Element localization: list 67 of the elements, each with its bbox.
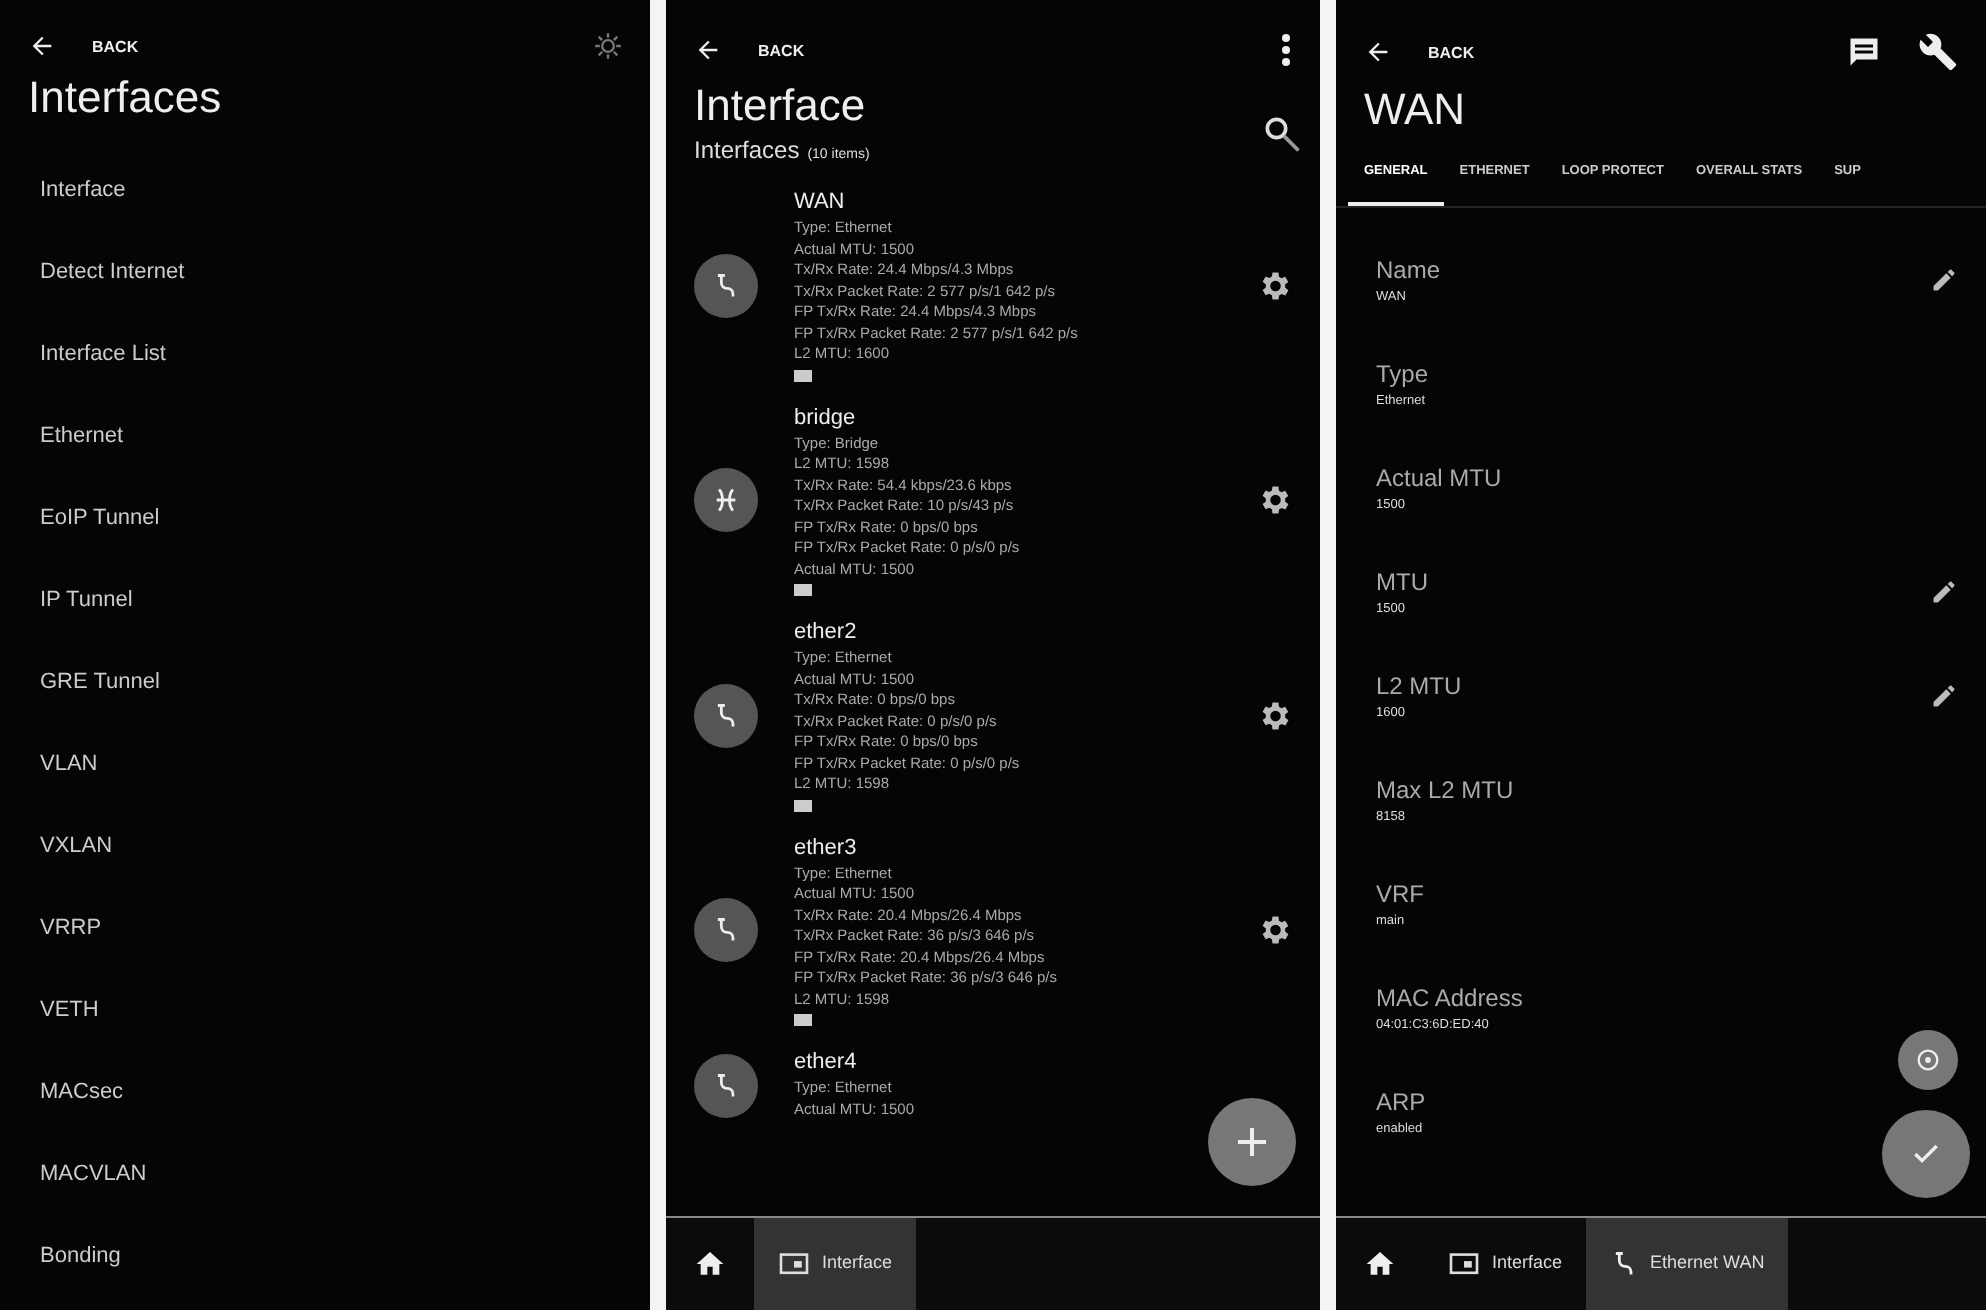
back-label[interactable]: BACK: [758, 41, 805, 59]
apply-button[interactable]: [1882, 1110, 1970, 1198]
field-label: MAC Address: [1376, 984, 1525, 1012]
breadcrumb-tab[interactable]: Interface: [754, 1218, 917, 1310]
breadcrumb-tab[interactable]: Interface: [1424, 1218, 1587, 1310]
menu-item[interactable]: Interface List: [0, 312, 650, 394]
page-title: Interfaces: [26, 70, 224, 126]
edit-icon[interactable]: [1930, 682, 1958, 710]
edit-icon[interactable]: [1930, 578, 1958, 606]
menu-item[interactable]: MACVLAN: [0, 1132, 650, 1214]
home-icon[interactable]: [694, 1248, 726, 1280]
field-label: ARP: [1376, 1088, 1428, 1116]
reset-button[interactable]: [1898, 1030, 1958, 1090]
back-arrow-icon[interactable]: [1364, 38, 1392, 66]
interface-name[interactable]: WAN: [794, 190, 1220, 214]
field-label: Name: [1376, 256, 1443, 284]
monitor-icon: [778, 1251, 810, 1277]
page-title: WAN: [1362, 82, 1468, 138]
bridge-icon: [712, 486, 740, 515]
menu-item[interactable]: Detect Internet: [0, 230, 650, 312]
interface-name[interactable]: ether4: [794, 1050, 1292, 1074]
breadcrumb-tab[interactable]: Ethernet WAN: [1586, 1218, 1789, 1310]
target-icon: [1914, 1046, 1942, 1074]
interface-name[interactable]: ether2: [794, 620, 1220, 644]
field-label: Actual MTU: [1376, 464, 1504, 492]
cable-icon: [712, 701, 740, 730]
menu-item[interactable]: GRE Tunnel: [0, 640, 650, 722]
back-label[interactable]: BACK: [92, 37, 139, 55]
status-icon: [794, 584, 812, 596]
comment-icon[interactable]: [1846, 34, 1882, 70]
menu-item[interactable]: Ethernet: [0, 394, 650, 476]
menu-item[interactable]: IP Tunnel: [0, 558, 650, 640]
more-options-icon[interactable]: [1280, 32, 1292, 68]
field-label: MTU: [1376, 568, 1430, 596]
brightness-icon[interactable]: [594, 32, 622, 60]
cable-icon: [712, 1071, 740, 1099]
cable-icon: [712, 916, 740, 945]
cable-icon: [712, 271, 740, 300]
add-button[interactable]: [1208, 1098, 1296, 1186]
back-arrow-icon[interactable]: [28, 32, 56, 60]
menu-item[interactable]: VLAN: [0, 722, 650, 804]
menu-item[interactable]: EoIP Tunnel: [0, 476, 650, 558]
field-label: Type: [1376, 360, 1431, 388]
status-icon: [794, 799, 812, 811]
page-subtitle: Interfaces: [694, 136, 800, 164]
menu-item[interactable]: VRRP: [0, 886, 650, 968]
search-icon[interactable]: [1260, 112, 1304, 156]
interface-name[interactable]: bridge: [794, 405, 1220, 429]
monitor-icon: [1448, 1251, 1480, 1277]
interface-name[interactable]: ether3: [794, 835, 1220, 859]
status-icon: [794, 369, 812, 381]
back-label[interactable]: BACK: [1428, 43, 1475, 61]
page-title: Interface: [692, 78, 868, 134]
menu-item[interactable]: Interface: [0, 148, 650, 230]
status-icon: [794, 1014, 812, 1026]
home-icon[interactable]: [1364, 1248, 1396, 1280]
field-label: L2 MTU: [1376, 672, 1464, 700]
wrench-icon[interactable]: [1918, 32, 1958, 72]
back-arrow-icon[interactable]: [694, 36, 722, 64]
menu-item[interactable]: VETH: [0, 968, 650, 1050]
menu-item[interactable]: MACsec: [0, 1050, 650, 1132]
menu-item[interactable]: Bonding: [0, 1214, 650, 1296]
plus-icon: [1236, 1126, 1268, 1158]
menu-item[interactable]: VXLAN: [0, 804, 650, 886]
field-label: Max L2 MTU: [1376, 776, 1516, 804]
field-label: VRF: [1376, 880, 1426, 908]
edit-icon[interactable]: [1930, 266, 1958, 294]
